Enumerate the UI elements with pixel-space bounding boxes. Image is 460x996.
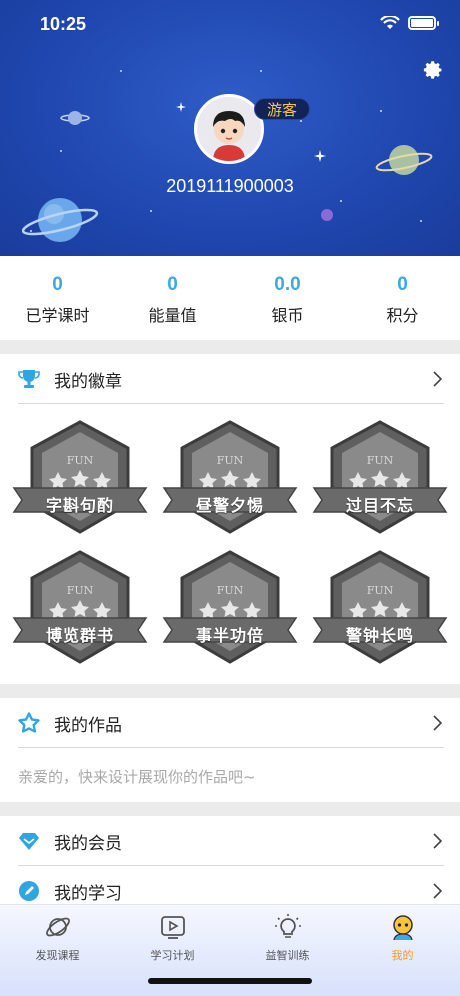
badge-item[interactable]: FUN 昼警夕惕 — [162, 420, 298, 538]
badge-emblem-text: FUN — [217, 584, 244, 597]
diamond-icon — [19, 833, 39, 850]
badge-shield-icon: FUN — [312, 420, 448, 534]
tab-label: 我的 — [391, 949, 414, 962]
planet-large-icon — [22, 198, 99, 242]
badge-emblem-text: FUN — [67, 454, 94, 467]
battery-icon — [408, 16, 439, 30]
stat-label: 积分 — [386, 306, 419, 325]
star-icon — [18, 712, 40, 733]
chevron-right-icon — [433, 883, 442, 899]
badge-emblem-text: FUN — [367, 454, 394, 467]
stat-silver-coins[interactable]: 0.0 银币 — [230, 256, 345, 340]
tab-label: 发现课程 — [35, 949, 80, 962]
badge-shield-icon: FUN — [12, 550, 148, 664]
chevron-right-icon — [433, 371, 442, 387]
badge-grid: FUN 字斟句酌 FUN 昼警夕惕 FUN 过目不忘 FUN 博览群书 FUN … — [0, 402, 460, 684]
badge-label: 昼警夕惕 — [195, 496, 264, 515]
badge-shield-icon: FUN — [312, 550, 448, 664]
profile-header: 10:25 游客 2019111900003 — [0, 0, 460, 256]
badge-label: 警钟长鸣 — [345, 626, 414, 645]
wifi-icon — [380, 16, 400, 29]
badge-emblem-text: FUN — [67, 584, 94, 597]
settings-gear-icon[interactable] — [420, 58, 444, 82]
status-bar: 10:25 — [0, 0, 460, 50]
sparkle-icon — [176, 102, 186, 112]
badge-shield-icon: FUN — [162, 420, 298, 534]
chevron-right-icon — [433, 715, 442, 731]
guest-badge: 游客 — [254, 98, 310, 120]
stat-label: 已学课时 — [25, 306, 90, 325]
badges-card: 我的徽章 FUN 字斟句酌 FUN 昼警夕惕 FUN 过目不忘 FUN 博览群书… — [0, 354, 460, 684]
stat-learned-hours[interactable]: 0 已学课时 — [0, 256, 115, 340]
menu-card: 我的会员 我的学习 — [0, 816, 460, 916]
badges-title: 我的徽章 — [54, 371, 122, 392]
works-card: 我的作品 亲爱的，快来设计展现你的作品吧~ — [0, 698, 460, 802]
status-time: 10:25 — [40, 14, 87, 34]
badge-emblem-text: FUN — [367, 584, 394, 597]
badge-label: 字斟句酌 — [45, 496, 114, 515]
tab-label: 益智训练 — [265, 949, 310, 962]
menu-item-label: 我的会员 — [54, 833, 122, 854]
stats-bar: 0 已学课时 0 能量值 0.0 银币 0 积分 — [0, 256, 460, 340]
tab-me[interactable]: 我的 — [345, 913, 460, 963]
badge-shield-icon: FUN — [12, 420, 148, 534]
tab-discover-courses[interactable]: 发现课程 — [0, 913, 115, 963]
badge-label: 博览群书 — [45, 626, 114, 645]
works-empty-hint: 亲爱的，快来设计展现你的作品吧~ — [18, 768, 256, 786]
planet-small-icon — [60, 111, 90, 125]
badge-item[interactable]: FUN 字斟句酌 — [12, 420, 148, 538]
planet-right-icon — [375, 145, 433, 175]
menu-item-membership[interactable]: 我的会员 — [0, 816, 460, 866]
badge-item[interactable]: FUN 警钟长鸣 — [312, 550, 448, 668]
divider — [18, 747, 444, 748]
stat-energy[interactable]: 0 能量值 — [115, 256, 230, 340]
tab-study-plan[interactable]: 学习计划 — [115, 913, 230, 963]
home-indicator[interactable] — [148, 978, 312, 984]
play-icon — [160, 916, 185, 939]
chevron-right-icon — [433, 833, 442, 849]
trophy-icon — [18, 370, 40, 388]
badge-item[interactable]: FUN 事半功倍 — [162, 550, 298, 668]
badge-label: 事半功倍 — [195, 626, 264, 645]
user-id: 2019111900003 — [166, 176, 294, 196]
menu-item-label: 我的学习 — [54, 883, 122, 904]
stat-value: 0 — [52, 274, 63, 295]
sparkle-icon — [314, 150, 326, 162]
badge-shield-icon: FUN — [162, 550, 298, 664]
tab-label: 学习计划 — [150, 949, 195, 962]
tab-brain-training[interactable]: 益智训练 — [230, 913, 345, 963]
badge-item[interactable]: FUN 过目不忘 — [312, 420, 448, 538]
stat-value: 0 — [397, 274, 408, 295]
stat-points[interactable]: 0 积分 — [345, 256, 460, 340]
stat-value: 0.0 — [274, 274, 301, 295]
badges-header-row[interactable]: 我的徽章 — [0, 354, 460, 404]
me-icon — [392, 915, 413, 941]
stat-value: 0 — [167, 274, 178, 295]
planet-tiny-icon — [321, 209, 333, 221]
status-icons — [380, 16, 439, 30]
pencil-icon — [19, 881, 39, 901]
bulb-icon — [274, 914, 301, 938]
badge-emblem-text: FUN — [217, 454, 244, 467]
badge-label: 过目不忘 — [345, 496, 414, 515]
stat-label: 银币 — [271, 306, 304, 325]
works-header-row[interactable]: 我的作品 — [0, 698, 460, 748]
badge-item[interactable]: FUN 博览群书 — [12, 550, 148, 668]
works-title: 我的作品 — [54, 715, 122, 736]
avatar[interactable] — [194, 94, 264, 164]
stat-label: 能量值 — [148, 306, 197, 325]
planet-icon — [45, 917, 70, 937]
child-avatar-icon — [197, 97, 261, 161]
